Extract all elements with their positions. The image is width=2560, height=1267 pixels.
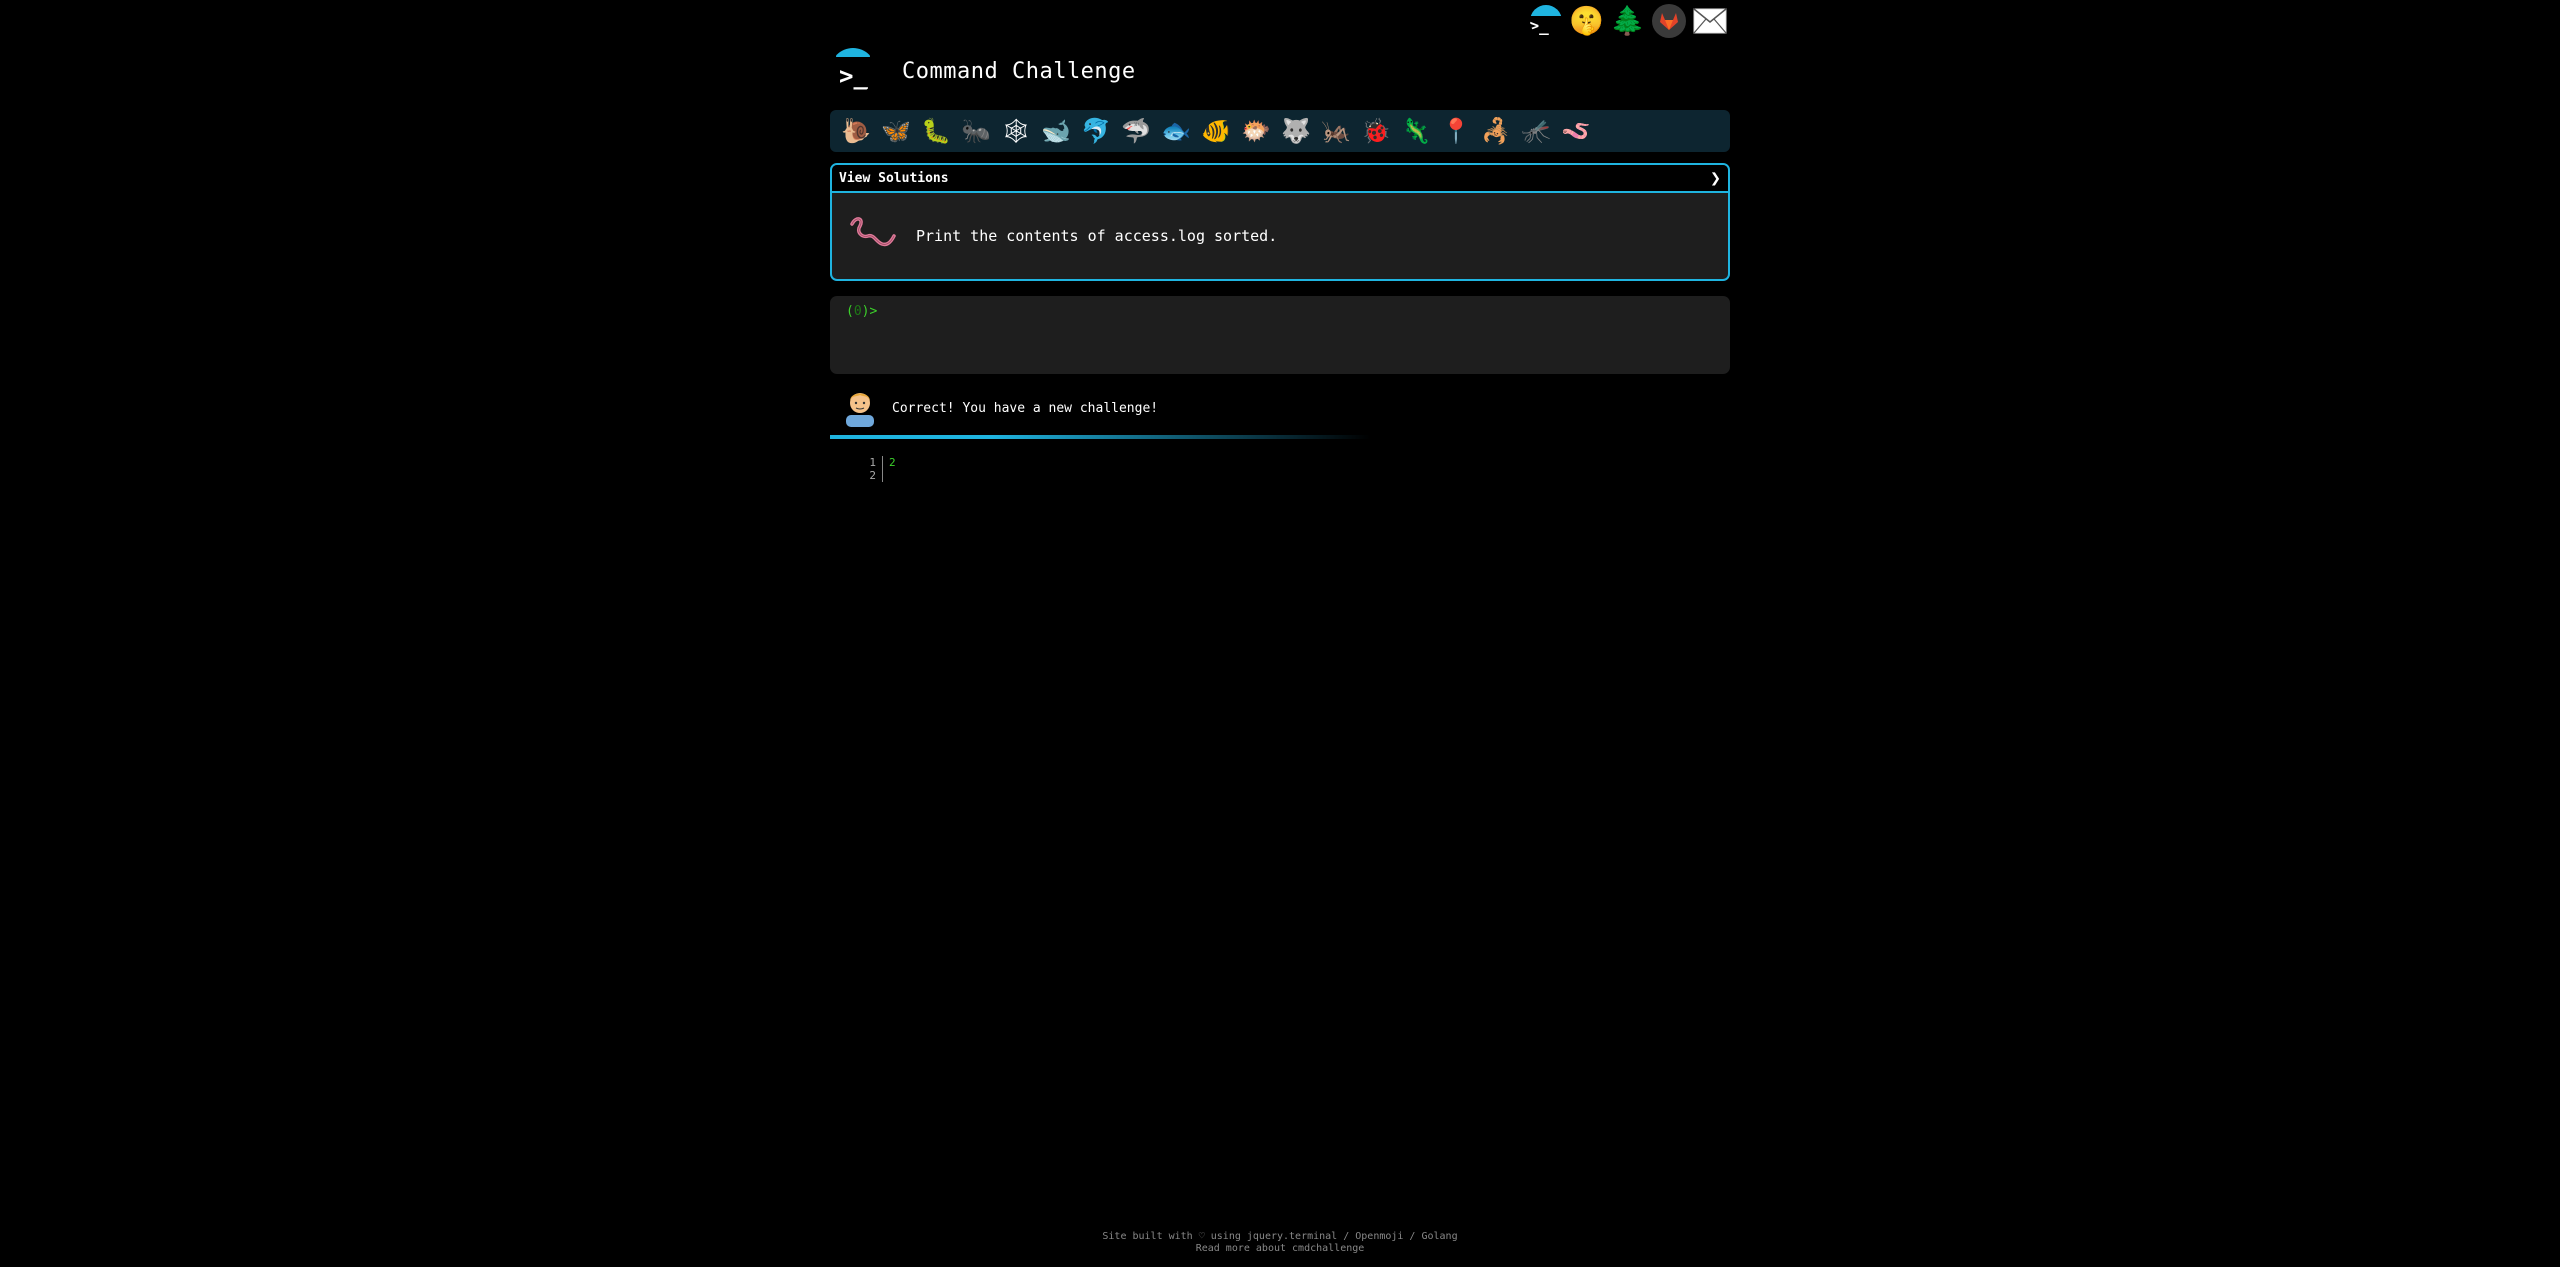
line-number: 2 [866, 469, 883, 482]
view-solutions-toggle[interactable]: View Solutions ❯ [832, 165, 1728, 193]
challenge-worm-icon[interactable]: 🪱 [1558, 113, 1594, 149]
challenge-panel: View Solutions ❯ Print the contents of a… [830, 163, 1730, 281]
feedback: Correct! You have a new challenge! [842, 385, 1158, 431]
top-nav: >_ 🤫 🌲 [1528, 3, 1727, 38]
terminal-logo-icon[interactable]: >_ [830, 48, 876, 94]
challenge-wolf-icon[interactable]: 🐺 [1278, 113, 1314, 149]
challenge-butterfly-icon[interactable]: 🦋 [878, 113, 914, 149]
challenge-dolphin-icon[interactable]: 🐬 [1078, 113, 1114, 149]
output-lines: 1 2 2 [866, 456, 896, 482]
challenge-ant-icon[interactable]: 🐜 [958, 113, 994, 149]
line-value: 2 [889, 456, 896, 469]
page-title: Command Challenge [902, 58, 1136, 84]
page: >_ 🤫 🌲 >_ Command Challenge 🐌 🦋 🐛 🐜 🕸 🐋 … [0, 0, 2560, 1267]
prompt-close: )> [861, 304, 878, 319]
challenge-whale-icon[interactable]: 🐋 [1038, 113, 1074, 149]
view-solutions-label: View Solutions [839, 170, 949, 186]
header: >_ Command Challenge [830, 48, 1136, 94]
nav-gitlab-button[interactable] [1651, 3, 1686, 38]
challenge-fish-icon[interactable]: 🐟 [1158, 113, 1194, 149]
footer-credits[interactable]: Site built with ♡ using jquery.terminal … [0, 1231, 2560, 1243]
nav-terminal-button[interactable]: >_ [1528, 3, 1563, 38]
challenge-blowfish-icon[interactable]: 🐡 [1238, 113, 1274, 149]
challenge-tropical-fish-icon[interactable]: 🐠 [1198, 113, 1234, 149]
challenge-lizard-icon[interactable]: 🦎 [1398, 113, 1434, 149]
challenge-cricket-icon[interactable]: 🦗 [1318, 113, 1354, 149]
worm-icon [846, 214, 898, 258]
challenge-bar: 🐌 🦋 🐛 🐜 🕸 🐋 🐬 🦈 🐟 🐠 🐡 🐺 🦗 🐞 🦎 📍 🦂 🦟 🪱 [830, 110, 1730, 152]
challenge-ladybug-icon[interactable]: 🐞 [1358, 113, 1394, 149]
task-description: Print the contents of access.log sorted. [916, 227, 1278, 245]
feedback-message: Correct! You have a new challenge! [892, 400, 1159, 416]
challenge-scorpion-icon[interactable]: 🦂 [1478, 113, 1514, 149]
line-number: 1 [866, 456, 883, 469]
terminal[interactable]: (0)> [830, 296, 1730, 374]
task-body: Print the contents of access.log sorted. [832, 193, 1728, 279]
terminal-prompt[interactable]: (0)> [846, 304, 877, 319]
footer: Site built with ♡ using jquery.terminal … [0, 1231, 2560, 1255]
chevron-right-icon: ❯ [1710, 167, 1721, 189]
avatar [842, 385, 878, 431]
challenge-snail-icon[interactable]: 🐌 [838, 113, 874, 149]
terminal-icon: >_ [1529, 4, 1562, 37]
line-value [883, 469, 889, 482]
progress-bar [830, 435, 1370, 439]
challenge-pin-icon[interactable]: 📍 [1438, 113, 1474, 149]
challenge-caterpillar-icon[interactable]: 🐛 [918, 113, 954, 149]
challenge-web-icon[interactable]: 🕸 [998, 113, 1034, 149]
output-line: 2 [866, 469, 896, 482]
prompt-open: ( [846, 304, 854, 319]
output-line: 1 2 [866, 456, 896, 469]
prompt-status: 0 [853, 304, 862, 319]
challenge-mosquito-icon[interactable]: 🦟 [1518, 113, 1554, 149]
footer-about-link[interactable]: Read more about cmdchallenge [0, 1243, 2560, 1255]
shushing-face-icon[interactable]: 🤫 [1569, 3, 1604, 38]
challenge-shark-icon[interactable]: 🦈 [1118, 113, 1154, 149]
tree-icon[interactable]: 🌲 [1610, 3, 1645, 38]
gitlab-icon [1651, 3, 1686, 38]
mail-icon[interactable] [1692, 3, 1727, 38]
